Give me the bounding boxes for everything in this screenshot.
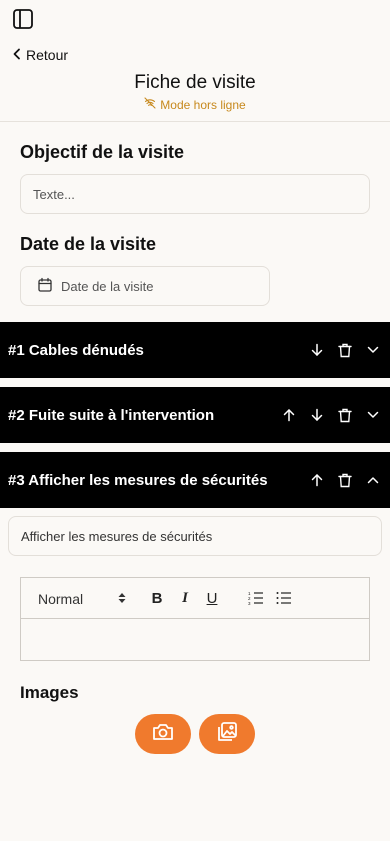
trash-icon[interactable] — [336, 471, 354, 489]
svg-text:3: 3 — [248, 601, 251, 605]
take-photo-button[interactable] — [135, 714, 191, 754]
sidebar-toggle-icon[interactable] — [12, 8, 34, 30]
date-picker-button[interactable]: Date de la visite — [20, 266, 270, 306]
section-header-2[interactable]: #2 Fuite suite à l'intervention — [0, 387, 390, 443]
select-arrows-icon — [118, 591, 126, 607]
trash-icon[interactable] — [336, 341, 354, 359]
date-placeholder: Date de la visite — [61, 278, 154, 294]
arrow-up-icon[interactable] — [308, 471, 326, 489]
underline-button[interactable]: U — [203, 589, 221, 607]
chevron-down-icon[interactable] — [364, 341, 382, 359]
bullet-list-icon[interactable] — [275, 589, 293, 607]
section-actions-2 — [280, 387, 382, 443]
offline-label: Mode hors ligne — [160, 97, 246, 112]
objective-field-wrapper — [20, 174, 370, 214]
arrow-up-icon[interactable] — [280, 406, 298, 424]
chevron-up-icon[interactable] — [364, 471, 382, 489]
chevron-down-icon[interactable] — [364, 406, 382, 424]
trash-icon[interactable] — [336, 406, 354, 424]
header-divider — [0, 121, 390, 122]
date-label: Date de la visite — [20, 234, 157, 254]
section-title-1: #1 Cables dénudés — [8, 341, 144, 359]
editor-toolbar: Normal B I U 1 2 3 — [21, 578, 369, 619]
wifi-off-icon — [144, 97, 156, 112]
section-actions-1 — [308, 322, 382, 378]
add-from-gallery-button[interactable] — [199, 714, 255, 754]
format-select-value: Normal — [38, 590, 84, 607]
section-title-2: #2 Fuite suite à l'intervention — [8, 406, 215, 424]
ordered-list-icon[interactable]: 1 2 3 — [247, 589, 265, 607]
images-label: Images — [20, 683, 79, 702]
italic-button[interactable]: I — [176, 589, 194, 607]
back-link[interactable]: Retour — [12, 46, 68, 64]
top-bar — [0, 0, 390, 40]
arrow-down-icon[interactable] — [308, 406, 326, 424]
objective-label: Objectif de la visite — [20, 142, 185, 162]
objective-input[interactable] — [21, 175, 369, 213]
image-gallery-icon — [216, 721, 238, 748]
offline-status: Mode hors ligne — [0, 97, 390, 112]
chevron-left-icon — [12, 47, 22, 63]
section-title-3: #3 Afficher les mesures de sécurités — [8, 471, 268, 489]
arrow-down-icon[interactable] — [308, 341, 326, 359]
camera-icon — [152, 722, 174, 747]
section-actions-3 — [308, 452, 382, 508]
section-title-field-wrapper — [8, 516, 382, 556]
rich-text-editor: Normal B I U 1 2 3 — [20, 577, 370, 661]
editor-content-area[interactable] — [21, 619, 369, 660]
format-select[interactable]: Normal — [38, 578, 126, 619]
section-header-3[interactable]: #3 Afficher les mesures de sécurités — [0, 452, 390, 508]
section-title-input[interactable] — [9, 517, 381, 555]
page-title: Fiche de visite — [134, 72, 256, 93]
back-label: Retour — [26, 47, 69, 63]
calendar-icon — [37, 277, 53, 296]
section-header-1[interactable]: #1 Cables dénudés — [0, 322, 390, 378]
bold-button[interactable]: B — [148, 589, 166, 607]
